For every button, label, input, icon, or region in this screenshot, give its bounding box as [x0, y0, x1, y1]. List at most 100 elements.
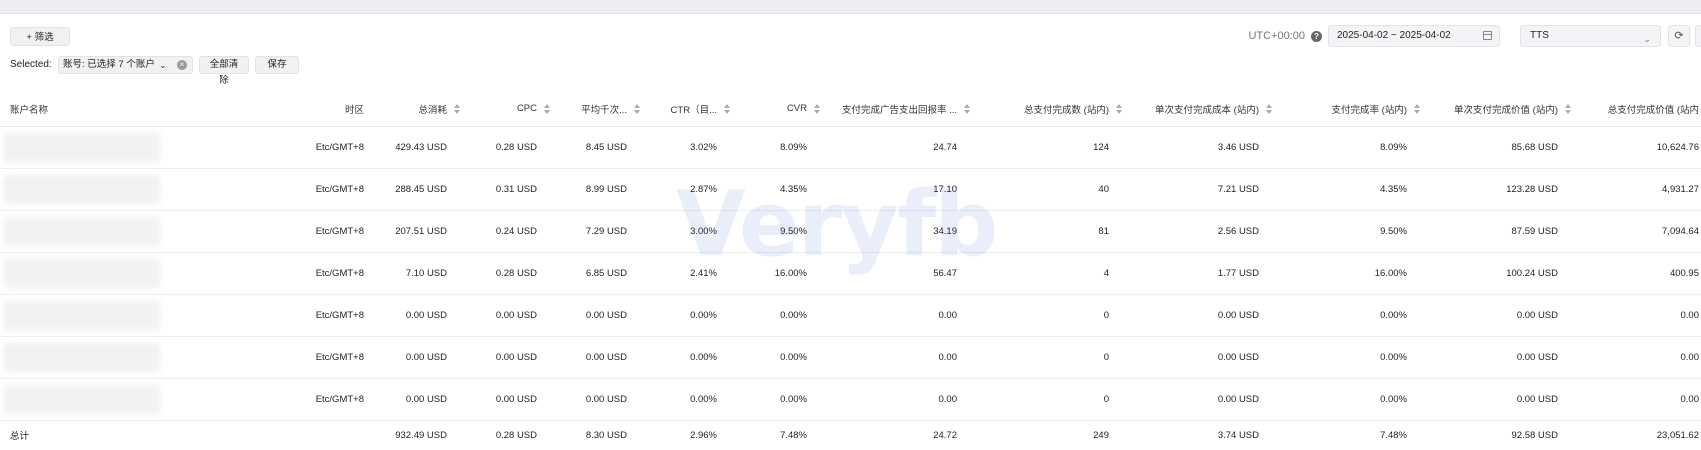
cell-cost-per: 0.00 USD: [1125, 294, 1275, 337]
cell-spend: 0.00 USD: [373, 294, 463, 337]
header-value-per-purchase[interactable]: 单次支付完成价值 (站内): [1423, 92, 1574, 127]
header-cpm[interactable]: 平均千次...: [553, 92, 643, 127]
cell-rate: 9.50%: [1275, 210, 1423, 253]
cell-value-per: 0.00 USD: [1423, 294, 1574, 337]
sort-icon[interactable]: [724, 104, 730, 114]
table-row[interactable]: Etc/GMT+8 7.10 USD 0.28 USD 6.85 USD 2.41% 16…: [0, 252, 1701, 295]
cell-cvr: 0.00%: [733, 294, 823, 337]
cell-timezone: Etc/GMT+8: [190, 168, 373, 211]
cell-cpm: 6.85 USD: [553, 252, 643, 295]
cell-cvr: 0.00%: [733, 336, 823, 379]
account-name-cell: [0, 252, 190, 295]
cell-cost-per: 1.77 USD: [1125, 252, 1275, 295]
header-total-value[interactable]: 总支付完成价值 (站内: [1574, 92, 1701, 127]
account-name-cell: [0, 210, 190, 253]
cell-roas: 34.19: [823, 210, 973, 253]
header-roas[interactable]: 支付完成广告支出回报率 ...: [823, 92, 973, 127]
cell-cvr: 0.00%: [733, 378, 823, 421]
cell-cvr: 9.50%: [733, 210, 823, 253]
calendar-icon: [1483, 31, 1492, 40]
header-cpc[interactable]: CPC: [463, 92, 553, 127]
timezone-label: UTC+00:00: [1248, 30, 1305, 42]
account-name-cell: [0, 126, 190, 169]
sort-icon[interactable]: [1266, 104, 1272, 114]
cell-spend: 207.51 USD: [373, 210, 463, 253]
cell-value-per: 87.59 USD: [1423, 210, 1574, 253]
header-purchase-rate[interactable]: 支付完成率 (站内): [1275, 92, 1423, 127]
table-row[interactable]: Etc/GMT+8 207.51 USD 0.24 USD 7.29 USD 3.00%…: [0, 210, 1701, 253]
cell-ctr: 0.00%: [643, 378, 733, 421]
date-range-value: 2025-04-02 ~ 2025-04-02: [1337, 30, 1451, 41]
cell-roas: 0.00: [823, 294, 973, 337]
cell-spend: 0.00 USD: [373, 336, 463, 379]
sort-icon[interactable]: [544, 104, 550, 114]
date-range-picker[interactable]: 2025-04-02 ~ 2025-04-02: [1328, 25, 1500, 47]
sort-icon[interactable]: [1116, 104, 1122, 114]
table-row[interactable]: Etc/GMT+8 0.00 USD 0.00 USD 0.00 USD 0.00% 0.…: [0, 294, 1701, 337]
clear-chip-icon[interactable]: ×: [177, 60, 187, 70]
table-row[interactable]: Etc/GMT+8 429.43 USD 0.28 USD 8.45 USD 3.02%…: [0, 126, 1701, 169]
header-cost-per-purchase[interactable]: 单次支付完成成本 (站内): [1125, 92, 1275, 127]
cell-purchases: 124: [973, 126, 1125, 169]
save-button[interactable]: 保存: [255, 56, 299, 74]
cell-total-value: 0.00: [1574, 294, 1701, 337]
sort-icon[interactable]: [964, 104, 970, 114]
cell-cpc: 0.00 USD: [463, 336, 553, 379]
cell-total-value: 7,094.64: [1574, 210, 1701, 253]
account-name-cell: [0, 168, 190, 211]
cell-cost-per: 0.00 USD: [1125, 336, 1275, 379]
cell-cvr: 16.00%: [733, 252, 823, 295]
cell-roas: 0.00: [823, 336, 973, 379]
table-row[interactable]: Etc/GMT+8 0.00 USD 0.00 USD 0.00 USD 0.00% 0.…: [0, 336, 1701, 379]
cell-cpc: 0.00 USD: [463, 378, 553, 421]
refresh-icon: ⟳: [1674, 30, 1684, 42]
cell-cpm: 8.45 USD: [553, 126, 643, 169]
cell-total-value: 0.00: [1574, 378, 1701, 421]
cell-rate: 0.00%: [1275, 336, 1423, 379]
sort-icon[interactable]: [1414, 104, 1420, 114]
cell-rate: 0.00%: [1275, 378, 1423, 421]
help-icon[interactable]: ?: [1311, 31, 1322, 42]
source-select[interactable]: TTS ⌄: [1520, 25, 1661, 47]
cell-cost-per: 2.56 USD: [1125, 210, 1275, 253]
cell-roas: 17.10: [823, 168, 973, 211]
header-purchases[interactable]: 总支付完成数 (站内): [973, 92, 1125, 127]
sort-icon[interactable]: [1565, 104, 1571, 114]
cell-cpc: 0.24 USD: [463, 210, 553, 253]
header-cvr[interactable]: CVR: [733, 92, 823, 127]
chevron-down-icon: ⌄: [159, 60, 167, 70]
table-row[interactable]: Etc/GMT+8 0.00 USD 0.00 USD 0.00 USD 0.00% 0.…: [0, 378, 1701, 421]
cell-rate: 4.35%: [1275, 168, 1423, 211]
cell-purchases: 4: [973, 252, 1125, 295]
cell-rate: 0.00%: [1275, 294, 1423, 337]
sort-icon[interactable]: [634, 104, 640, 114]
cell-timezone: Etc/GMT+8: [190, 126, 373, 169]
cell-ctr: 3.00%: [643, 210, 733, 253]
cell-spend: 429.43 USD: [373, 126, 463, 169]
cell-timezone: Etc/GMT+8: [190, 294, 373, 337]
cell-cost-per: 3.46 USD: [1125, 126, 1275, 169]
sort-icon[interactable]: [814, 104, 820, 114]
cell-purchases: 0: [973, 336, 1125, 379]
cell-cpm: 0.00 USD: [553, 336, 643, 379]
cell-cost-per: 0.00 USD: [1125, 378, 1275, 421]
cell-purchases: 40: [973, 168, 1125, 211]
cell-cpm: 0.00 USD: [553, 294, 643, 337]
cell-roas: 24.74: [823, 126, 973, 169]
cell-timezone: Etc/GMT+8: [190, 378, 373, 421]
cell-total-value: 400.95: [1574, 252, 1701, 295]
cell-cpm: 7.29 USD: [553, 210, 643, 253]
clear-all-button[interactable]: 全部清除: [199, 56, 249, 86]
cell-roas: 0.00: [823, 378, 973, 421]
add-filter-button[interactable]: + 筛选: [10, 27, 70, 46]
cell-cpc: 0.00 USD: [463, 294, 553, 337]
sort-icon[interactable]: [454, 104, 460, 114]
header-ctr[interactable]: CTR（目...: [643, 92, 733, 127]
refresh-button[interactable]: ⟳: [1668, 25, 1690, 47]
account-name-cell: [0, 378, 190, 421]
cell-ctr: 2.87%: [643, 168, 733, 211]
extra-toolbar-button[interactable]: [1695, 25, 1701, 47]
table-row[interactable]: Etc/GMT+8 288.45 USD 0.31 USD 8.99 USD 2.87%…: [0, 168, 1701, 211]
account-filter-chip[interactable]: 账号: 已选择 7 个账户 ⌄ ×: [58, 56, 193, 74]
header-total-spend[interactable]: 总消耗: [373, 92, 463, 127]
